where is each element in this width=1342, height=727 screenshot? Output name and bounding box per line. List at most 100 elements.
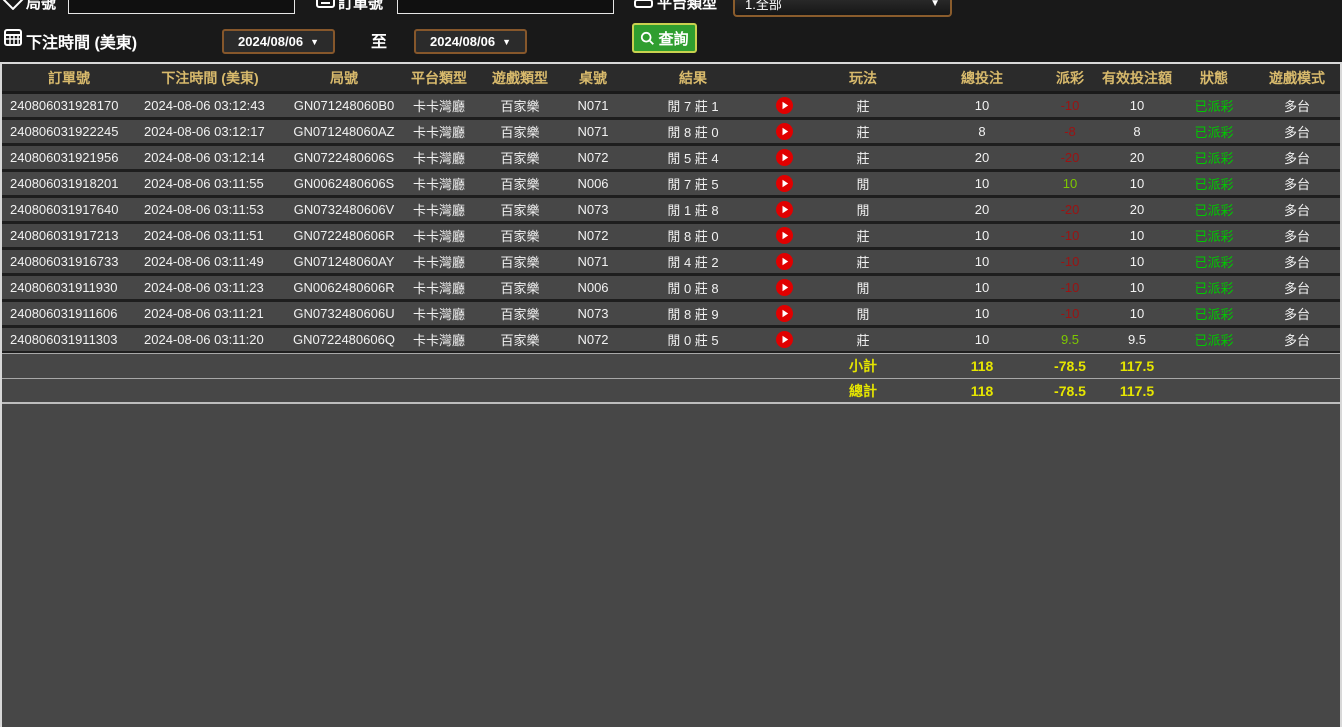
cell-game-mode: 多台 (1254, 200, 1340, 219)
cell-order-number: 240806031928170 (2, 98, 136, 113)
cell-status: 已派彩 (1174, 96, 1254, 115)
cell-round-number: GN0722480606R (284, 228, 404, 243)
cell-total-bet: 10 (924, 332, 1040, 347)
cell-bet-time: 2024-08-06 03:11:51 (136, 228, 284, 243)
table-row: 2408060319222452024-08-06 03:12:17GN0712… (2, 120, 1340, 146)
cell-status: 已派彩 (1174, 174, 1254, 193)
cell-status: 已派彩 (1174, 226, 1254, 245)
cell-payout: -10 (1040, 306, 1100, 321)
table-row: 2408060319113032024-08-06 03:11:20GN0722… (2, 328, 1340, 354)
subtotal-payout: -78.5 (1040, 358, 1100, 374)
play-icon[interactable] (776, 201, 793, 218)
cell-table-number: N006 (566, 176, 620, 191)
cell-platform-type: 卡卡灣廳 (404, 330, 474, 349)
play-icon[interactable] (776, 305, 793, 322)
cell-round-number: GN071248060AZ (284, 124, 404, 139)
cell-game-type: 百家樂 (474, 278, 566, 297)
cell-payout: -10 (1040, 280, 1100, 295)
round-number-input[interactable] (68, 0, 295, 14)
cell-order-number: 240806031917213 (2, 228, 136, 243)
play-icon[interactable] (776, 123, 793, 140)
play-icon[interactable] (776, 253, 793, 270)
cell-platform-type: 卡卡灣廳 (404, 200, 474, 219)
subtotal-row: 小計 118 -78.5 117.5 (2, 353, 1340, 379)
cell-bet-time: 2024-08-06 03:11:53 (136, 202, 284, 217)
cell-valid-bet: 10 (1100, 98, 1174, 113)
grand-total-payout: -78.5 (1040, 383, 1100, 399)
table-header-row: 訂單號下注時間 (美東)局號平台類型遊戲類型桌號結果玩法總投注派彩有效投注額狀態… (2, 64, 1340, 94)
cell-game-mode: 多台 (1254, 252, 1340, 271)
play-icon[interactable] (776, 279, 793, 296)
cell-round-number: GN0062480606R (284, 280, 404, 295)
cell-total-bet: 20 (924, 202, 1040, 217)
replay-button[interactable] (766, 123, 802, 140)
cell-valid-bet: 10 (1100, 306, 1174, 321)
cell-game-type: 百家樂 (474, 330, 566, 349)
round-number-label: 局號 (26, 0, 56, 13)
cell-game-type: 百家樂 (474, 122, 566, 141)
query-button[interactable]: 查詢 (632, 23, 697, 53)
play-icon[interactable] (776, 331, 793, 348)
bet-time-label: 下注時間 (美東) (26, 29, 137, 53)
order-number-input[interactable] (397, 0, 614, 14)
cell-game-type: 百家樂 (474, 200, 566, 219)
date-to-picker[interactable]: 2024/08/06 ▼ (414, 29, 527, 54)
cell-result: 閒 1 莊 8 (620, 200, 766, 219)
order-number-label: 訂單號 (338, 0, 383, 13)
cell-play-type: 莊 (802, 252, 924, 271)
table-row: 2408060319116062024-08-06 03:11:21GN0732… (2, 302, 1340, 328)
platform-type-select[interactable]: 1.全部 ▼ (733, 0, 952, 17)
cell-valid-bet: 10 (1100, 280, 1174, 295)
play-icon[interactable] (776, 175, 793, 192)
cell-status: 已派彩 (1174, 200, 1254, 219)
subtotal-label: 小計 (802, 356, 924, 376)
cell-game-mode: 多台 (1254, 226, 1340, 245)
header-cell: 訂單號 (2, 68, 136, 88)
header-cell: 玩法 (802, 68, 924, 88)
header-cell: 狀態 (1174, 68, 1254, 88)
cell-play-type: 莊 (802, 148, 924, 167)
cell-game-type: 百家樂 (474, 252, 566, 271)
cell-game-type: 百家樂 (474, 174, 566, 193)
replay-button[interactable] (766, 175, 802, 192)
cell-result: 閒 8 莊 9 (620, 304, 766, 323)
cell-payout: -10 (1040, 228, 1100, 243)
header-cell: 局號 (284, 68, 404, 88)
cell-result: 閒 8 莊 0 (620, 226, 766, 245)
cell-result: 閒 5 莊 4 (620, 148, 766, 167)
replay-button[interactable] (766, 331, 802, 348)
play-icon[interactable] (776, 227, 793, 244)
replay-button[interactable] (766, 279, 802, 296)
cell-table-number: N072 (566, 228, 620, 243)
cell-platform-type: 卡卡灣廳 (404, 148, 474, 167)
cell-game-type: 百家樂 (474, 304, 566, 323)
replay-button[interactable] (766, 253, 802, 270)
cell-result: 閒 7 莊 1 (620, 96, 766, 115)
replay-button[interactable] (766, 305, 802, 322)
cell-status: 已派彩 (1174, 278, 1254, 297)
cell-result: 閒 0 莊 5 (620, 330, 766, 349)
cell-total-bet: 8 (924, 124, 1040, 139)
bet-records-table: 訂單號下注時間 (美東)局號平台類型遊戲類型桌號結果玩法總投注派彩有效投注額狀態… (0, 62, 1342, 727)
replay-button[interactable] (766, 149, 802, 166)
date-from-picker[interactable]: 2024/08/06 ▼ (222, 29, 335, 54)
cell-total-bet: 10 (924, 280, 1040, 295)
header-cell: 派彩 (1040, 68, 1100, 88)
grand-total-label: 總計 (802, 381, 924, 401)
cell-round-number: GN0732480606V (284, 202, 404, 217)
cell-bet-time: 2024-08-06 03:12:43 (136, 98, 284, 113)
cell-payout: -20 (1040, 202, 1100, 217)
play-icon[interactable] (776, 97, 793, 114)
cell-bet-time: 2024-08-06 03:11:55 (136, 176, 284, 191)
cell-result: 閒 0 莊 8 (620, 278, 766, 297)
replay-button[interactable] (766, 97, 802, 114)
cell-game-mode: 多台 (1254, 96, 1340, 115)
cell-game-type: 百家樂 (474, 226, 566, 245)
play-icon[interactable] (776, 149, 793, 166)
cell-round-number: GN0732480606U (284, 306, 404, 321)
replay-button[interactable] (766, 227, 802, 244)
replay-button[interactable] (766, 201, 802, 218)
cell-table-number: N006 (566, 280, 620, 295)
cell-round-number: GN071248060AY (284, 254, 404, 269)
filter-form: 局號 訂單號 平台類型 1.全部 ▼ 下注時間 (美東) 2024/08/06 … (0, 0, 1342, 62)
